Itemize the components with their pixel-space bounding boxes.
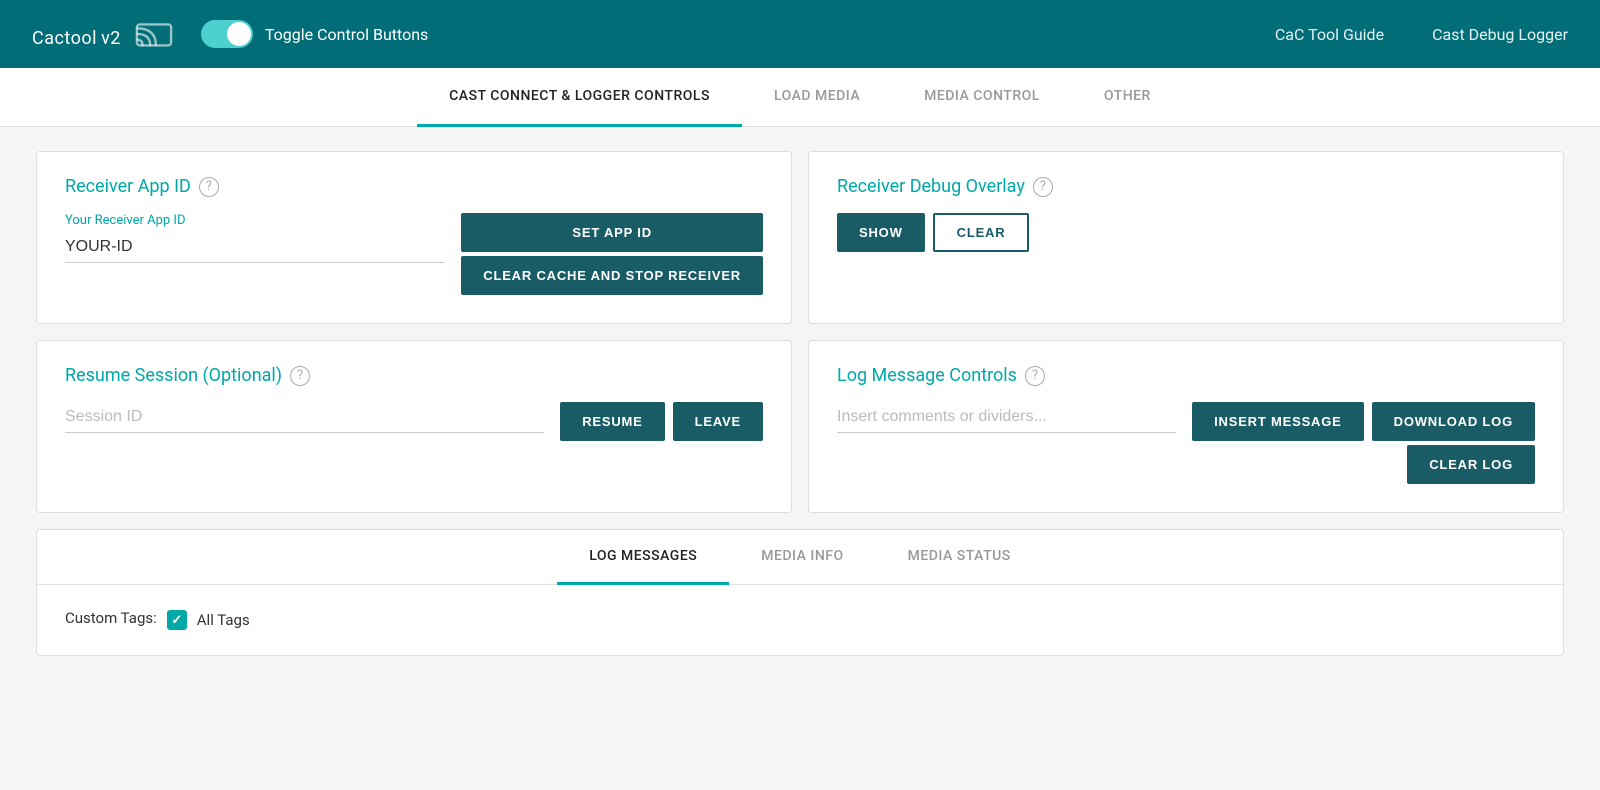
receiver-debug-content: SHOW CLEAR bbox=[837, 213, 1535, 252]
receiver-debug-title: Receiver Debug Overlay ? bbox=[837, 176, 1535, 197]
clear-cache-button[interactable]: CLEAR CACHE AND STOP RECEIVER bbox=[461, 256, 763, 295]
log-message-controls-help-icon[interactable]: ? bbox=[1025, 366, 1045, 386]
bottom-content: Custom Tags: All Tags bbox=[37, 585, 1563, 655]
log-comment-input-area bbox=[837, 402, 1176, 433]
main-content: Receiver App ID ? Your Receiver App ID S… bbox=[20, 127, 1580, 680]
log-buttons: INSERT MESSAGE DOWNLOAD LOG CLEAR LOG bbox=[1192, 402, 1535, 484]
receiver-app-id-input-label: Your Receiver App ID bbox=[65, 213, 445, 228]
all-tags-checkbox[interactable] bbox=[167, 610, 187, 630]
clear-debug-button[interactable]: CLEAR bbox=[933, 213, 1030, 252]
log-message-controls-title: Log Message Controls ? bbox=[837, 365, 1535, 386]
panels-grid: Receiver App ID ? Your Receiver App ID S… bbox=[36, 151, 1564, 513]
tab-log-messages[interactable]: LOG MESSAGES bbox=[557, 530, 729, 585]
resume-button[interactable]: RESUME bbox=[560, 402, 664, 441]
log-comment-input[interactable] bbox=[837, 402, 1176, 433]
log-message-controls-panel: Log Message Controls ? INSERT MESSAGE DO… bbox=[808, 340, 1564, 513]
app-header: Cactoolv2 Toggle Control Buttons CaC Too… bbox=[0, 0, 1600, 68]
receiver-app-id-input[interactable] bbox=[65, 232, 445, 263]
header-nav: CaC Tool Guide Cast Debug Logger bbox=[1275, 25, 1568, 44]
all-tags-label: All Tags bbox=[197, 611, 250, 629]
cast-icon bbox=[135, 18, 173, 50]
insert-message-button[interactable]: INSERT MESSAGE bbox=[1192, 402, 1364, 441]
log-buttons-top-row: INSERT MESSAGE DOWNLOAD LOG bbox=[1192, 402, 1535, 441]
toggle-button[interactable] bbox=[201, 20, 253, 48]
resume-session-content: RESUME LEAVE bbox=[65, 402, 763, 441]
bottom-section: LOG MESSAGES MEDIA INFO MEDIA STATUS Cus… bbox=[36, 529, 1564, 656]
custom-tags-area: Custom Tags: All Tags bbox=[65, 609, 1535, 631]
tab-load-media[interactable]: LOAD MEDIA bbox=[742, 68, 892, 127]
tab-media-info[interactable]: MEDIA INFO bbox=[729, 530, 875, 585]
tab-cast-connect[interactable]: CAST CONNECT & LOGGER CONTROLS bbox=[417, 68, 742, 127]
receiver-app-id-panel: Receiver App ID ? Your Receiver App ID S… bbox=[36, 151, 792, 324]
app-logo: Cactoolv2 bbox=[32, 18, 121, 51]
logo-text: Cactool bbox=[32, 28, 97, 49]
receiver-debug-help-icon[interactable]: ? bbox=[1033, 177, 1053, 197]
download-log-button[interactable]: DOWNLOAD LOG bbox=[1372, 402, 1535, 441]
resume-session-help-icon[interactable]: ? bbox=[290, 366, 310, 386]
bottom-tabs-nav: LOG MESSAGES MEDIA INFO MEDIA STATUS bbox=[37, 530, 1563, 585]
set-app-id-button[interactable]: SET APP ID bbox=[461, 213, 763, 252]
receiver-app-id-buttons: SET APP ID CLEAR CACHE AND STOP RECEIVER bbox=[461, 213, 763, 295]
clear-log-button[interactable]: CLEAR LOG bbox=[1407, 445, 1535, 484]
leave-button[interactable]: LEAVE bbox=[673, 402, 763, 441]
cac-tool-guide-link[interactable]: CaC Tool Guide bbox=[1275, 25, 1384, 44]
session-id-input-area bbox=[65, 402, 544, 433]
receiver-debug-buttons: SHOW CLEAR bbox=[837, 213, 1029, 252]
receiver-app-id-title: Receiver App ID ? bbox=[65, 176, 763, 197]
tab-media-status[interactable]: MEDIA STATUS bbox=[876, 530, 1043, 585]
toggle-label: Toggle Control Buttons bbox=[265, 25, 428, 44]
cast-debug-logger-link[interactable]: Cast Debug Logger bbox=[1432, 25, 1568, 44]
tab-media-control[interactable]: MEDIA CONTROL bbox=[892, 68, 1072, 127]
main-tabs-nav: CAST CONNECT & LOGGER CONTROLS LOAD MEDI… bbox=[0, 68, 1600, 127]
show-button[interactable]: SHOW bbox=[837, 213, 925, 252]
receiver-debug-panel: Receiver Debug Overlay ? SHOW CLEAR bbox=[808, 151, 1564, 324]
resume-session-buttons: RESUME LEAVE bbox=[560, 402, 763, 441]
receiver-app-id-content: Your Receiver App ID SET APP ID CLEAR CA… bbox=[65, 213, 763, 295]
tab-other[interactable]: OTHER bbox=[1072, 68, 1183, 127]
logo-version: v2 bbox=[101, 28, 121, 49]
resume-session-panel: Resume Session (Optional) ? RESUME LEAVE bbox=[36, 340, 792, 513]
receiver-app-id-input-area: Your Receiver App ID bbox=[65, 213, 445, 263]
session-id-input[interactable] bbox=[65, 402, 544, 433]
toggle-area: Toggle Control Buttons bbox=[201, 20, 428, 48]
resume-session-title: Resume Session (Optional) ? bbox=[65, 365, 763, 386]
receiver-app-id-help-icon[interactable]: ? bbox=[199, 177, 219, 197]
clear-log-row: CLEAR LOG bbox=[1407, 445, 1535, 484]
log-message-controls-content: INSERT MESSAGE DOWNLOAD LOG CLEAR LOG bbox=[837, 402, 1535, 484]
custom-tags-label: Custom Tags: bbox=[65, 609, 157, 627]
